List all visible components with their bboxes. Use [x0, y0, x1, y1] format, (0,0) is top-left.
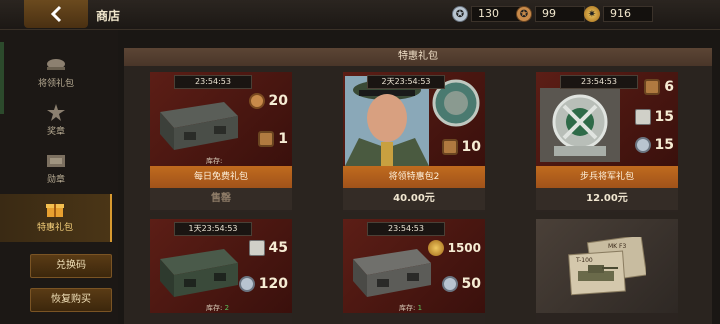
- pack-image: 23:54:53 20 1 库存:: [150, 72, 292, 166]
- reward-item: 20: [236, 90, 288, 112]
- pack-card-infantry-general[interactable]: 23:54:53 6 15 15 步兵将军礼包 12.00元: [536, 72, 678, 212]
- sidebar: 将领礼包 奖章 勋章 特惠礼包 兑换码 恢复购买: [0, 30, 118, 324]
- pack-price: 售罄: [150, 188, 292, 210]
- reward-item: 1: [236, 128, 288, 150]
- reward-item: 10: [429, 136, 481, 158]
- supply-crate-icon: [160, 249, 238, 297]
- tank-label: T-100: [576, 257, 593, 264]
- bronze-badge-icon: [258, 131, 275, 147]
- general-emblem-icon: [540, 88, 620, 162]
- silver-medal-icon: [634, 137, 651, 153]
- general-hat-icon: [45, 56, 67, 74]
- pack-image: 23:54:53 1500 50 库存: 1: [343, 219, 485, 313]
- countdown-timer: 1天23:54:53: [174, 222, 252, 236]
- redeem-code-button[interactable]: 兑换码: [30, 254, 112, 278]
- sidebar-item-general-pack[interactable]: 将领礼包: [0, 50, 112, 98]
- pack-name: 每日免费礼包: [150, 166, 292, 188]
- restore-purchase-button[interactable]: 恢复购买: [30, 288, 112, 312]
- pack-card-tank-pack[interactable]: MK F3 T-100: [536, 219, 678, 324]
- supply-crate-icon: [160, 102, 238, 150]
- infantry-card-icon: [634, 109, 651, 125]
- medal-icon: [45, 104, 67, 122]
- bronze-badge-icon: [441, 139, 458, 155]
- currency-value: 130: [471, 6, 521, 22]
- countdown-timer: 23:54:53: [367, 222, 445, 236]
- pack-card-general-special[interactable]: 2天23:54:53 10 将领特惠包2 40.00元: [343, 72, 485, 212]
- silver-medal-icon: [238, 276, 255, 292]
- bronze-badge-icon: [644, 79, 661, 95]
- countdown-timer: 23:54:53: [174, 75, 252, 89]
- general-portrait-icon: [345, 76, 429, 166]
- pack-name: 步兵将军礼包: [536, 166, 678, 188]
- bronze-medal-icon: ✪: [516, 6, 532, 22]
- reward-item: 1500: [421, 237, 481, 259]
- badge-icon: [45, 152, 67, 170]
- reward-item: 6: [622, 76, 674, 98]
- pack-name: 将领特惠包2: [343, 166, 485, 188]
- reward-item: 15: [622, 134, 674, 156]
- currency-gold: ✷ 916: [584, 5, 653, 23]
- chevron-left-icon: [50, 5, 62, 23]
- pack-image: 1天23:54:53 45 120 库存: 2: [150, 219, 292, 313]
- sidebar-item-special-packs[interactable]: 特惠礼包: [0, 194, 112, 242]
- pack-price: 12.00元: [536, 188, 678, 210]
- reward-item: 15: [622, 106, 674, 128]
- reward-item: 50: [429, 273, 481, 295]
- pack-price: 40.00元: [343, 188, 485, 210]
- top-bar: 商店 ✪ 130 ✪ 99 ✷ 916: [0, 0, 720, 30]
- gold-star-medal-icon: [427, 240, 444, 256]
- currency-value: 916: [603, 6, 653, 22]
- tank-label: MK F3: [608, 243, 627, 250]
- currency-bronze: ✪ 99: [516, 5, 585, 23]
- stock-count: 库存: 1: [399, 304, 423, 312]
- currency-value: 99: [535, 6, 585, 22]
- panel-title: 特惠礼包: [124, 48, 712, 66]
- pack-card-unit-pack[interactable]: 1天23:54:53 45 120 库存: 2: [150, 219, 292, 324]
- gold-star-medal-icon: ✷: [584, 6, 600, 22]
- bronze-medal-icon: [248, 93, 265, 109]
- unit-card-icon: [248, 240, 265, 256]
- pack-card-gold-pack[interactable]: 23:54:53 1500 50 库存: 1: [343, 219, 485, 324]
- tank-card-icon: [568, 237, 646, 296]
- back-button[interactable]: [24, 0, 88, 28]
- countdown-timer: 2天23:54:53: [367, 75, 445, 89]
- silver-medal-icon: [441, 276, 458, 292]
- silver-medal-icon: ✪: [452, 6, 468, 22]
- reward-item: 120: [236, 273, 288, 295]
- pack-image: MK F3 T-100: [536, 219, 678, 313]
- pack-image: 23:54:53 6 15 15: [536, 72, 678, 166]
- sidebar-item-badges[interactable]: 勋章: [0, 146, 112, 194]
- sidebar-item-medals[interactable]: 奖章: [0, 98, 112, 146]
- pack-image: 2天23:54:53 10: [343, 72, 485, 166]
- stock-count: 库存:: [206, 157, 223, 165]
- pack-card-daily-free[interactable]: 23:54:53 20 1 库存: 每日免费礼包 售罄: [150, 72, 292, 212]
- gift-icon: [44, 200, 66, 218]
- currency-silver: ✪ 130: [452, 5, 521, 23]
- page-title: 商店: [96, 9, 121, 23]
- special-packs-panel: 特惠礼包 23:54:53 20 1 库存: 每日免费礼包 售罄 2天23:54…: [124, 48, 712, 324]
- reward-item: 45: [236, 237, 288, 259]
- stock-count: 库存: 2: [206, 304, 230, 312]
